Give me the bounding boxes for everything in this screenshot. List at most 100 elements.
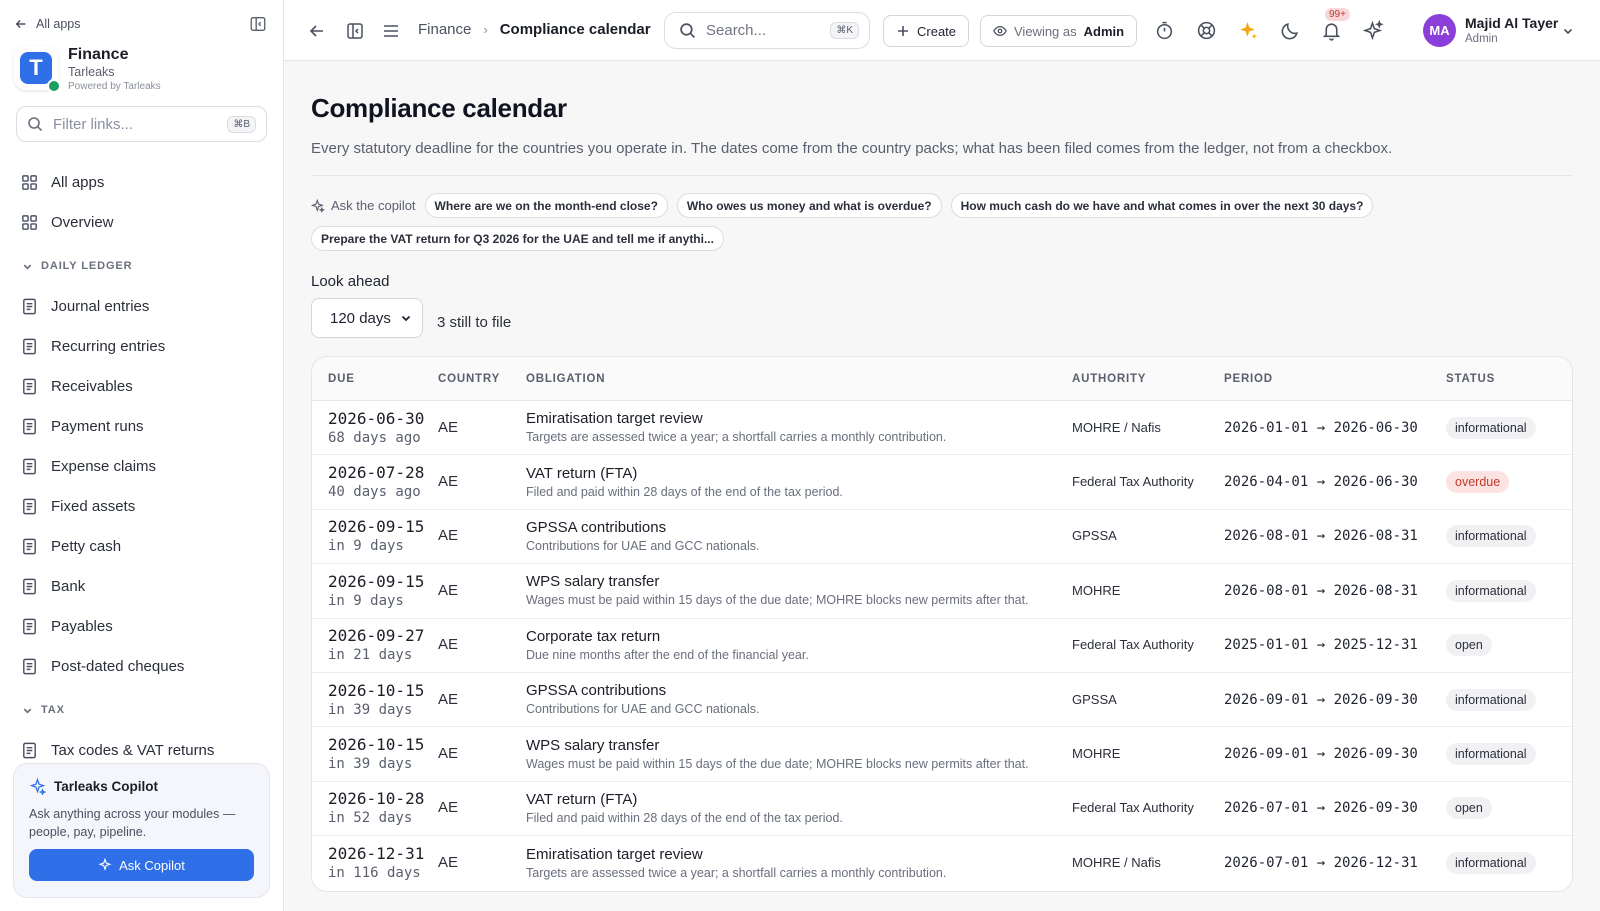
global-search-input[interactable]: Search... ⌘K: [664, 12, 870, 49]
sidebar-item-receivables[interactable]: Receivables: [0, 366, 283, 406]
due-relative: in 39 days: [328, 701, 413, 718]
period: 2026-01-01 → 2026-06-30: [1224, 419, 1418, 436]
chevron-down-icon: [23, 708, 32, 714]
period: 2026-09-01 → 2026-09-30: [1224, 691, 1418, 708]
viewing-as-key: Viewing as: [1014, 23, 1077, 39]
sidebar-item-label: Payment runs: [51, 417, 144, 435]
obligation-title: WPS salary transfer: [526, 736, 660, 754]
ask-copilot-button[interactable]: Ask Copilot: [29, 849, 254, 881]
sidebar-item-recurring-entries[interactable]: Recurring entries: [0, 326, 283, 366]
ai-sparkle-icon[interactable]: [1238, 20, 1259, 41]
due-date: 2026-12-31: [328, 844, 425, 864]
table-row[interactable]: 2026-10-28 in 52 days AE VAT return (FTA) Fi…: [312, 782, 1572, 837]
sidebar-item-fixed-assets[interactable]: Fixed assets: [0, 486, 283, 526]
still-to-file-count: 3 still to file: [437, 313, 512, 331]
obligation-title: Emiratisation target review: [526, 410, 703, 428]
filter-links-input[interactable]: Filter links... ⌘B: [16, 106, 267, 142]
table-header: DUE COUNTRY OBLIGATION AUTHORITY PERIOD …: [312, 357, 1572, 401]
search-shortcut: ⌘K: [830, 22, 859, 39]
sidebar-item-overview[interactable]: Overview: [0, 202, 283, 242]
sidebar-item-label: Recurring entries: [51, 337, 166, 355]
menu-icon[interactable]: [381, 21, 401, 41]
sidebar-section-daily-ledger[interactable]: DAILY LEDGER: [0, 242, 283, 286]
table-row[interactable]: 2026-09-15 in 9 days AE WPS salary transfer…: [312, 564, 1572, 619]
table-row[interactable]: 2026-12-31 in 116 days AE Emiratisation tar…: [312, 836, 1572, 890]
authority: Federal Tax Authority: [1072, 800, 1194, 816]
avatar[interactable]: MA: [1423, 14, 1456, 47]
authority: Federal Tax Authority: [1072, 637, 1194, 653]
copilot-prompt-chip[interactable]: Who owes us money and what is overdue?: [676, 193, 942, 218]
sidebar-item-expense-claims[interactable]: Expense claims: [0, 446, 283, 486]
all-apps-back-link[interactable]: All apps: [14, 17, 80, 31]
obligation-description: Targets are assessed twice a year; a sho…: [526, 865, 947, 880]
sidebar-item-bank[interactable]: Bank: [0, 566, 283, 606]
sidebar-item-all-apps[interactable]: All apps: [0, 162, 283, 202]
user-name[interactable]: Majid Al Tayer: [1465, 15, 1558, 31]
chevron-down-icon[interactable]: [1562, 25, 1574, 37]
column-header-country[interactable]: COUNTRY: [438, 373, 526, 385]
panel-toggle-icon[interactable]: [345, 21, 365, 41]
search-icon: [28, 117, 43, 132]
status-badge: open: [1446, 797, 1492, 820]
table-row[interactable]: 2026-09-15 in 9 days AE GPSSA contributions…: [312, 510, 1572, 565]
sidebar-item-label: Petty cash: [51, 537, 122, 555]
bell-icon[interactable]: [1321, 20, 1342, 41]
country-code: AE: [438, 745, 459, 763]
viewing-as-button[interactable]: Viewing as Admin: [980, 15, 1138, 47]
copilot-prompt-chip[interactable]: How much cash do we have and what comes …: [950, 193, 1374, 218]
sidebar-item-post-dated-cheques[interactable]: Post-dated cheques: [0, 646, 283, 686]
column-header-due[interactable]: DUE: [312, 373, 438, 385]
obligation-title: WPS salary transfer: [526, 573, 660, 591]
copilot-prompt-chip[interactable]: Where are we on the month-end close?: [424, 193, 668, 218]
obligation-title: VAT return (FTA): [526, 790, 638, 808]
magic-sparkles-icon[interactable]: [1363, 20, 1384, 41]
arrow-left-icon: [15, 20, 26, 28]
column-header-period[interactable]: PERIOD: [1224, 373, 1446, 385]
back-arrow-icon[interactable]: [307, 21, 327, 41]
breadcrumb-finance[interactable]: Finance: [418, 21, 471, 38]
document-icon: [23, 538, 36, 554]
document-icon: [23, 498, 36, 514]
obligation-description: Targets are assessed twice a year; a sho…: [526, 430, 947, 445]
sidebar-item-journal-entries[interactable]: Journal entries: [0, 286, 283, 326]
sparkle-icon: [29, 778, 46, 795]
sidebar-item-payables[interactable]: Payables: [0, 606, 283, 646]
sidebar-item-label: All apps: [51, 173, 105, 191]
status-badge: open: [1446, 634, 1492, 657]
period: 2026-04-01 → 2026-06-30: [1224, 474, 1418, 491]
sidebar-item-payment-runs[interactable]: Payment runs: [0, 406, 283, 446]
status-badge: informational: [1446, 525, 1536, 548]
country-code: AE: [438, 636, 459, 654]
table-row[interactable]: 2026-10-15 in 39 days AE WPS salary transfe…: [312, 727, 1572, 782]
table-row[interactable]: 2026-07-28 40 days ago AE VAT return (FTA) F…: [312, 455, 1572, 510]
create-button[interactable]: Create: [883, 15, 970, 47]
org-powered: Powered by Tarleaks: [68, 81, 161, 92]
moon-icon[interactable]: [1280, 20, 1301, 41]
obligation-description: Contributions for UAE and GCC nationals.: [526, 702, 760, 717]
topbar: Finance › Compliance calendar Search... …: [284, 0, 1600, 61]
create-label: Create: [917, 23, 957, 39]
column-header-obligation[interactable]: OBLIGATION: [526, 373, 1072, 385]
copilot-title: Tarleaks Copilot: [54, 779, 159, 794]
period: 2026-08-01 → 2026-08-31: [1224, 582, 1418, 599]
document-icon: [23, 742, 36, 758]
help-lifebuoy-icon[interactable]: [1196, 20, 1217, 41]
sidebar-item-petty-cash[interactable]: Petty cash: [0, 526, 283, 566]
sparkle-icon: [311, 198, 325, 213]
due-relative: in 116 days: [328, 865, 421, 882]
chevron-down-icon: [23, 264, 32, 270]
section-title: DAILY LEDGER: [41, 260, 133, 272]
column-header-authority[interactable]: AUTHORITY: [1072, 373, 1224, 385]
sidebar-collapse-icon[interactable]: [249, 15, 267, 33]
table-row[interactable]: 2026-09-27 in 21 days AE Corporate tax retu…: [312, 619, 1572, 673]
table-row[interactable]: 2026-06-30 68 days ago AE Emiratisation tar…: [312, 401, 1572, 456]
look-ahead-select[interactable]: 120 days: [311, 298, 423, 338]
document-icon: [23, 338, 36, 354]
copilot-prompt-chip[interactable]: Prepare the VAT return for Q3 2026 for t…: [311, 226, 724, 251]
column-header-status[interactable]: STATUS: [1446, 373, 1572, 385]
timer-icon[interactable]: [1154, 20, 1175, 41]
sidebar-section-tax[interactable]: TAX: [0, 686, 283, 730]
table-row[interactable]: 2026-10-15 in 39 days AE GPSSA contribution…: [312, 673, 1572, 728]
sidebar-item-label: Expense claims: [51, 457, 157, 475]
sidebar-item-label: Receivables: [51, 377, 133, 395]
